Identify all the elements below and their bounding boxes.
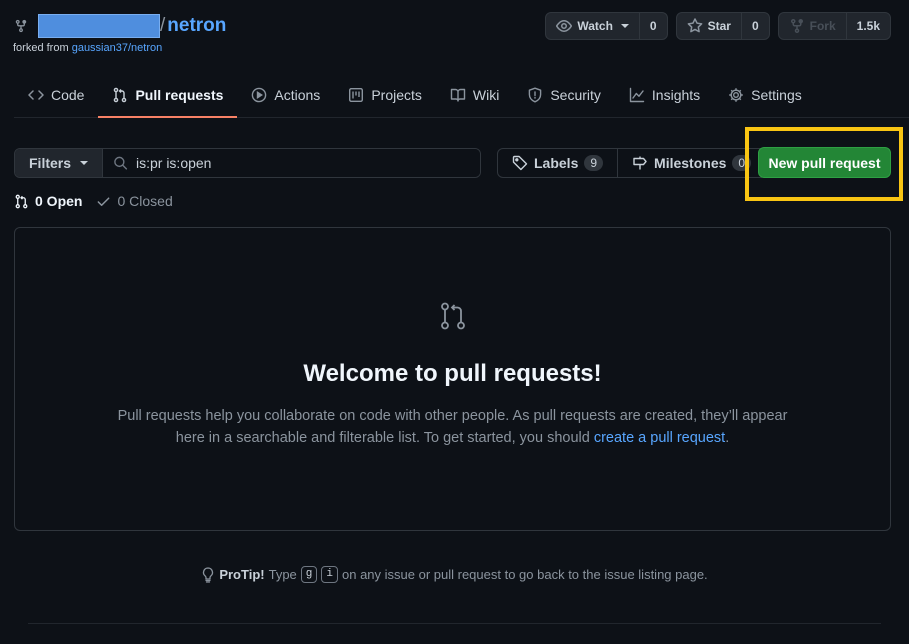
book-icon	[450, 88, 466, 102]
forked-from-text: forked from gaussian37/netron	[13, 42, 162, 54]
fork-count[interactable]: 1.5k	[845, 13, 890, 39]
fork-button-group: Fork 1.5k	[777, 12, 891, 40]
graph-icon	[629, 87, 645, 102]
star-button-group: Star 0	[675, 12, 770, 40]
new-pull-request-button[interactable]: New pull request	[758, 147, 891, 178]
play-icon	[252, 87, 267, 102]
empty-state-description: Pull requests help you collaborate on co…	[115, 405, 790, 449]
tab-wiki[interactable]: Wiki	[436, 72, 513, 117]
shortcut-key-i: i	[321, 566, 338, 583]
tab-label: Code	[51, 86, 85, 103]
tab-label: Insights	[651, 86, 701, 103]
forked-from-link[interactable]: gaussian37/netron	[72, 42, 163, 54]
milestones-button[interactable]: Milestones 0	[617, 149, 765, 177]
tab-projects[interactable]: Projects	[334, 72, 436, 117]
watch-button[interactable]: Watch	[546, 13, 639, 39]
protip-label: ProTip!	[219, 567, 265, 582]
tab-actions[interactable]: Actions	[237, 72, 334, 117]
footer-divider	[28, 623, 881, 624]
repo-actions: Watch 0 Star 0 Fork 1.5k	[545, 12, 891, 40]
protip: ProTip! Type g i on any issue or pull re…	[0, 566, 909, 583]
tab-label: Actions	[274, 86, 321, 103]
forked-from-prefix: forked from	[13, 42, 69, 54]
pr-state-filter: 0 Open 0 Closed	[14, 193, 173, 209]
tab-label: Wiki	[472, 86, 500, 103]
open-prs-label: 0 Open	[35, 193, 83, 209]
fork-button[interactable]: Fork	[779, 13, 846, 39]
repo-owner-redacted[interactable]	[38, 14, 160, 38]
filters-label: Filters	[29, 155, 72, 171]
watch-button-group: Watch 0	[545, 12, 668, 40]
shortcut-key-g: g	[300, 566, 318, 583]
open-prs-link[interactable]: 0 Open	[14, 193, 82, 209]
repo-forked-icon	[15, 19, 27, 33]
filters-search-group: Filters	[14, 148, 481, 178]
tab-settings[interactable]: Settings	[714, 72, 816, 117]
create-pull-request-link[interactable]: create a pull request	[594, 430, 725, 446]
tab-label: Projects	[371, 86, 422, 103]
tab-label: Pull requests	[135, 86, 224, 103]
repo-header: / netron	[14, 12, 226, 40]
search-input[interactable]	[135, 155, 470, 171]
labels-label: Labels	[534, 155, 579, 171]
tab-code[interactable]: Code	[14, 72, 98, 117]
lightbulb-icon	[203, 566, 214, 583]
empty-state-title: Welcome to pull requests!	[303, 360, 602, 387]
protip-text-before: Type	[268, 567, 297, 582]
star-button[interactable]: Star	[677, 13, 741, 39]
closed-prs-link[interactable]: 0 Closed	[96, 193, 173, 209]
gear-icon	[729, 87, 743, 102]
tab-security[interactable]: Security	[513, 72, 615, 117]
closed-prs-label: 0 Closed	[117, 193, 173, 209]
table-icon	[349, 87, 364, 102]
repo-name-link[interactable]: netron	[167, 15, 226, 37]
empty-state-panel: Welcome to pull requests! Pull requests …	[14, 227, 891, 531]
pull-request-icon	[15, 194, 28, 208]
fork-label: Fork	[809, 19, 836, 33]
watch-label: Watch	[577, 19, 613, 33]
tab-label: Settings	[751, 86, 802, 103]
tab-pull-requests[interactable]: Pull requests	[98, 72, 238, 118]
repo-nav-tabs: Code Pull requests Actions Projects Wiki…	[14, 72, 909, 118]
tag-icon	[512, 155, 528, 171]
empty-state-text-end: .	[725, 430, 730, 446]
repo-separator: /	[160, 15, 166, 36]
chevron-down-icon	[80, 161, 89, 165]
protip-text-after: on any issue or pull request to go back …	[342, 567, 708, 582]
labels-button[interactable]: Labels 9	[498, 149, 617, 177]
eye-icon	[556, 20, 573, 32]
labels-count-badge: 9	[584, 155, 604, 171]
milestone-icon	[633, 156, 647, 170]
search-box	[103, 149, 480, 177]
milestones-label: Milestones	[654, 155, 727, 171]
tab-label: Security	[550, 86, 601, 103]
code-icon	[28, 89, 44, 100]
pull-request-icon	[114, 87, 127, 102]
filters-button[interactable]: Filters	[15, 149, 104, 177]
watch-count[interactable]: 0	[638, 13, 667, 39]
chevron-down-icon	[620, 24, 629, 28]
repo-forked-icon	[790, 19, 803, 34]
pull-request-icon	[441, 302, 465, 330]
star-label: Star	[707, 19, 731, 33]
labels-milestones-group: Labels 9 Milestones 0	[497, 148, 767, 178]
search-icon	[114, 156, 128, 170]
shield-icon	[529, 87, 542, 102]
check-icon	[98, 196, 110, 206]
tab-insights[interactable]: Insights	[615, 72, 714, 117]
star-count[interactable]: 0	[740, 13, 769, 39]
star-icon	[687, 18, 702, 33]
